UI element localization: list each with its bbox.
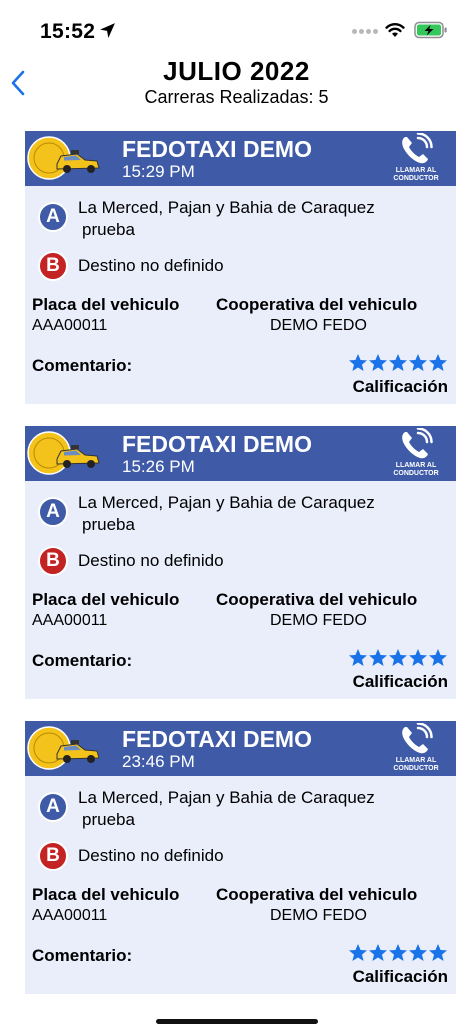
page-title: JULIO 2022 [163, 56, 310, 86]
driver-name: FEDOTAXI DEMO [122, 136, 312, 162]
rating-label: Calificación [352, 672, 448, 691]
star-icon [349, 649, 367, 666]
battery-charging-icon [414, 21, 447, 39]
origin-address: La Merced, Pajan y Bahia de Caraquez pru… [78, 197, 375, 241]
wifi-icon [385, 23, 405, 37]
driver-name: FEDOTAXI DEMO [122, 726, 312, 752]
coop-label: Cooperativa del vehiculo [216, 295, 418, 314]
plate-label: Placa del vehiculo [32, 295, 180, 314]
origin-line-1: La Merced, Pajan y Bahia de Caraquez [78, 788, 375, 807]
plate-value: AAA00011 [32, 907, 108, 924]
star-icon [409, 354, 427, 371]
coop-value: DEMO FEDO [270, 612, 367, 629]
ride-card-header: FEDOTAXI DEMO 23:46 PM LLAMAR AL CONDUCT… [25, 721, 456, 776]
call-driver-button[interactable]: LLAMAR AL CONDUCTOR [386, 133, 446, 185]
ride-card[interactable]: FEDOTAXI DEMO 15:29 PM LLAMAR AL CONDUCT… [25, 131, 456, 404]
ride-card-header: FEDOTAXI DEMO 15:26 PM LLAMAR AL CONDUCT… [25, 426, 456, 481]
call-driver-label: LLAMAR AL CONDUCTOR [393, 757, 439, 772]
coop-label: Cooperativa del vehiculo [216, 590, 418, 609]
destination-address: Destino no definido [78, 551, 224, 570]
ride-list: FEDOTAXI DEMO 15:29 PM LLAMAR AL CONDUCT… [25, 131, 456, 1016]
coop-label: Cooperativa del vehiculo [216, 885, 418, 904]
star-icon [369, 649, 387, 666]
star-icon [429, 944, 447, 961]
rating-stars [348, 353, 448, 373]
rating-stars [348, 943, 448, 963]
coop-value: DEMO FEDO [270, 317, 367, 334]
destination-badge: B [38, 841, 68, 871]
rating-label: Calificación [352, 967, 448, 986]
star-icon [369, 354, 387, 371]
ride-card-header: FEDOTAXI DEMO 15:29 PM LLAMAR AL CONDUCT… [25, 131, 456, 186]
taxi-logo-icon [27, 726, 100, 770]
star-icon [369, 944, 387, 961]
origin-address: La Merced, Pajan y Bahia de Caraquez pru… [78, 787, 375, 831]
comment-label: Comentario: [32, 651, 133, 670]
destination-address: Destino no definido [78, 846, 224, 865]
destination-address: Destino no definido [78, 256, 224, 275]
call-driver-label: LLAMAR AL CONDUCTOR [393, 462, 439, 477]
comment-label: Comentario: [32, 946, 133, 965]
star-icon [409, 944, 427, 961]
header: JULIO 2022 Carreras Realizadas: 5 [0, 52, 473, 112]
comment-label: Comentario: [32, 356, 133, 375]
origin-line-2: prueba [82, 810, 135, 829]
destination-badge: B [38, 546, 68, 576]
phone-icon [402, 723, 433, 754]
plate-label: Placa del vehiculo [32, 590, 180, 609]
status-bar: 15:52 [0, 0, 473, 60]
origin-badge: A [38, 497, 68, 527]
star-icon [349, 944, 367, 961]
origin-badge: A [38, 202, 68, 232]
call-driver-button[interactable]: LLAMAR AL CONDUCTOR [386, 723, 446, 775]
ride-time: 15:29 PM [122, 162, 195, 181]
origin-address: La Merced, Pajan y Bahia de Caraquez pru… [78, 492, 375, 536]
call-driver-button[interactable]: LLAMAR AL CONDUCTOR [386, 428, 446, 480]
plate-label: Placa del vehiculo [32, 885, 180, 904]
status-time: 15:52 [40, 20, 96, 43]
home-indicator[interactable] [156, 1019, 318, 1024]
destination-badge: B [38, 251, 68, 281]
taxi-logo-icon [27, 136, 100, 180]
rides-count: Carreras Realizadas: 5 [144, 87, 329, 107]
ride-time: 23:46 PM [122, 752, 195, 771]
call-driver-label: LLAMAR AL CONDUCTOR [393, 167, 439, 182]
phone-icon [402, 133, 433, 164]
star-icon [429, 354, 447, 371]
plate-value: AAA00011 [32, 317, 108, 334]
signal-dots-icon [352, 29, 378, 35]
coop-value: DEMO FEDO [270, 907, 367, 924]
location-arrow-icon [100, 23, 115, 38]
rating-stars [348, 648, 448, 668]
ride-card[interactable]: FEDOTAXI DEMO 15:26 PM LLAMAR AL CONDUCT… [25, 426, 456, 699]
star-icon [389, 649, 407, 666]
origin-line-2: prueba [82, 220, 135, 239]
driver-name: FEDOTAXI DEMO [122, 431, 312, 457]
star-icon [349, 354, 367, 371]
rating-label: Calificación [352, 377, 448, 396]
star-icon [429, 649, 447, 666]
plate-value: AAA00011 [32, 612, 108, 629]
origin-badge: A [38, 792, 68, 822]
origin-line-2: prueba [82, 515, 135, 534]
star-icon [409, 649, 427, 666]
origin-line-1: La Merced, Pajan y Bahia de Caraquez [78, 493, 375, 512]
origin-line-1: La Merced, Pajan y Bahia de Caraquez [78, 198, 375, 217]
star-icon [389, 944, 407, 961]
ride-card[interactable]: FEDOTAXI DEMO 23:46 PM LLAMAR AL CONDUCT… [25, 721, 456, 994]
phone-icon [402, 428, 433, 459]
ride-time: 15:26 PM [122, 457, 195, 476]
star-icon [389, 354, 407, 371]
taxi-logo-icon [27, 431, 100, 475]
